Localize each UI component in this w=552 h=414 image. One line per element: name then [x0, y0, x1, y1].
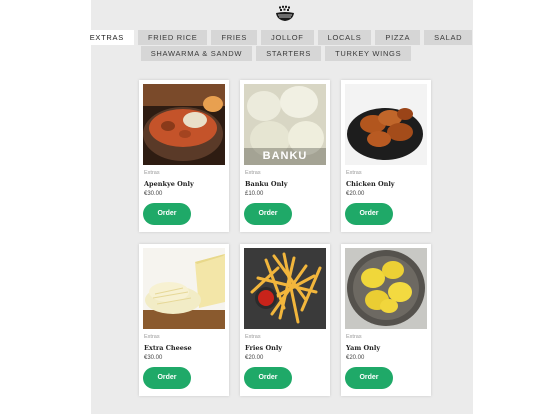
product-image-chicken — [345, 84, 427, 165]
product-category: Extras — [245, 334, 261, 340]
category-tabs-row-2: SHAWARMA & SANDW STARTERS TURKEY WINGS — [0, 46, 552, 61]
category-tab-jollof[interactable]: JOLLOF — [261, 30, 314, 45]
food-bowl-icon[interactable] — [275, 5, 295, 22]
product-price: €30.00 — [144, 355, 163, 361]
product-price: €20.00 — [346, 191, 365, 197]
category-tab-fried-rice[interactable]: FRIED RICE — [137, 30, 208, 45]
product-category: Extras — [144, 334, 160, 340]
order-button[interactable]: Order — [244, 203, 292, 225]
product-card-chicken[interactable]: Extras Chicken Only €20.00 Order — [341, 80, 431, 232]
product-image-apenkye — [143, 84, 225, 165]
category-tab-salad[interactable]: SALAD — [424, 30, 473, 45]
product-price: £10.00 — [245, 191, 264, 197]
product-price: €20.00 — [346, 355, 365, 361]
product-card-banku[interactable]: BANKU Extras Banku Only £10.00 Order — [240, 80, 330, 232]
product-price: €20.00 — [245, 355, 264, 361]
product-name: Extra Cheese — [144, 344, 192, 352]
product-image-fries — [244, 248, 326, 329]
product-name: Banku Only — [245, 180, 288, 188]
order-button[interactable]: Order — [345, 367, 393, 389]
product-card-fries[interactable]: Extras Fries Only €20.00 Order — [240, 244, 330, 396]
product-name: Apenkye Only — [144, 180, 194, 188]
category-tabs-row-1: EXTRAS FRIED RICE FRIES JOLLOF LOCALS PIZZA SA… — [0, 30, 552, 45]
category-tab-fries[interactable]: FRIES — [211, 30, 258, 45]
category-tab-extras[interactable]: EXTRAS — [79, 30, 134, 45]
product-card-apenkye[interactable]: Extras Apenkye Only €30.00 Order — [139, 80, 229, 232]
product-name: Fries Only — [245, 344, 283, 352]
product-image-yam — [345, 248, 427, 329]
product-card-yam[interactable]: Extras Yam Only €20.00 Order — [341, 244, 431, 396]
category-tab-starters[interactable]: STARTERS — [256, 46, 322, 61]
category-tab-pizza[interactable]: PIZZA — [375, 30, 421, 45]
order-button[interactable]: Order — [143, 367, 191, 389]
category-tab-turkey-wings[interactable]: TURKEY WINGS — [325, 46, 412, 61]
product-name: Chicken Only — [346, 180, 395, 188]
product-name: Yam Only — [346, 344, 381, 352]
product-price: €30.00 — [144, 191, 163, 197]
product-category: Extras — [346, 170, 362, 176]
product-image-extra-cheese — [143, 248, 225, 329]
product-category: Extras — [245, 170, 261, 176]
category-tab-shawarma-sandw[interactable]: SHAWARMA & SANDW — [140, 46, 253, 61]
banku-image-caption: BANKU — [262, 150, 308, 162]
product-card-extra-cheese[interactable]: Extras Extra Cheese €30.00 Order — [139, 244, 229, 396]
product-category: Extras — [346, 334, 362, 340]
order-button[interactable]: Order — [244, 367, 292, 389]
order-button[interactable]: Order — [345, 203, 393, 225]
order-button[interactable]: Order — [143, 203, 191, 225]
product-category: Extras — [144, 170, 160, 176]
category-tab-locals[interactable]: LOCALS — [317, 30, 372, 45]
